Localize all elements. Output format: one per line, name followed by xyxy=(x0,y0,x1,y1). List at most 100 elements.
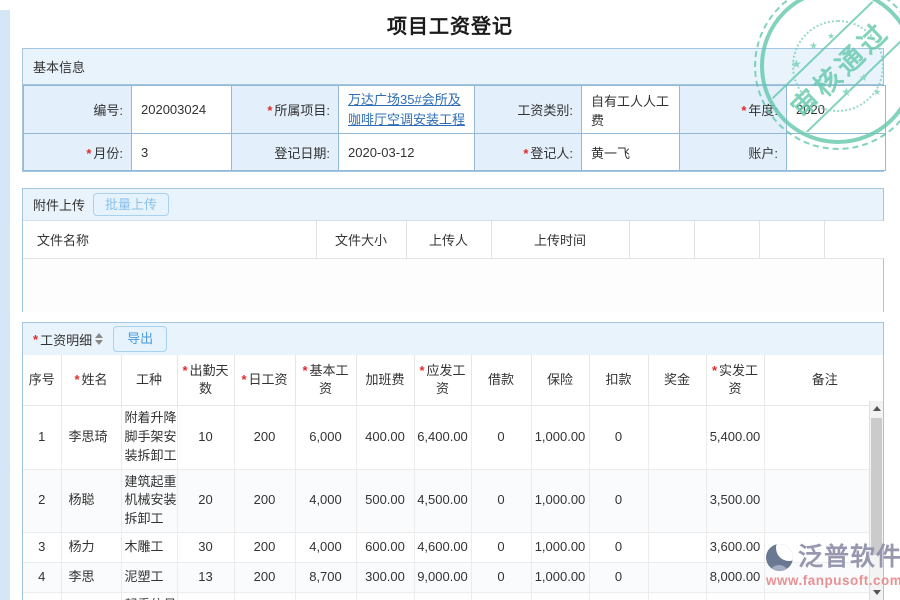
field-value-month: 3 xyxy=(132,134,232,171)
required-marker: * xyxy=(241,372,246,387)
salary-cell: 杨聪 xyxy=(61,469,121,533)
field-label-month: *月份: xyxy=(24,134,132,171)
batch-upload-button[interactable]: 批量上传 xyxy=(93,193,169,217)
salary-cell: 1,000.00 xyxy=(531,533,589,563)
scrollbar-up-arrow[interactable] xyxy=(870,401,883,416)
salary-cell: 3,390.00 xyxy=(706,593,764,600)
salary-cell: 13 xyxy=(177,563,234,593)
salary-col-header-2: 工种 xyxy=(121,355,177,406)
field-label-year: *年度: xyxy=(680,86,787,134)
salary-cell: 20 xyxy=(177,469,234,533)
attachment-table: 文件名称文件大小上传人上传时间 xyxy=(23,221,885,259)
salary-col-header-5: *基本工资 xyxy=(295,355,356,406)
salary-row-3: 3杨力木雕工302004,000600.004,600.0001,000.000… xyxy=(23,533,884,563)
salary-cell xyxy=(648,533,706,563)
required-marker: * xyxy=(86,146,91,161)
salary-cell xyxy=(648,593,706,600)
attachment-col-header-3: 上传时间 xyxy=(491,221,629,259)
required-marker: * xyxy=(523,146,528,161)
salary-cell: 200 xyxy=(234,533,295,563)
salary-cell: 木雕工 xyxy=(121,533,177,563)
required-marker: * xyxy=(267,103,272,118)
salary-col-header-13: 备注 xyxy=(764,355,884,406)
attachment-title: 附件上传 xyxy=(33,195,85,214)
salary-cell: 0 xyxy=(471,563,531,593)
basic-info-title: 基本信息 xyxy=(33,57,85,76)
field-value-year: 2020 xyxy=(787,86,886,134)
left-margin-strip xyxy=(0,10,10,600)
attachment-col-header-1: 文件大小 xyxy=(316,221,406,259)
attachment-col-empty xyxy=(759,221,824,259)
salary-col-header-1: *姓名 xyxy=(61,355,121,406)
salary-cell: 390.00 xyxy=(356,593,414,600)
salary-cell: 2 xyxy=(23,469,61,533)
scrollbar-thumb[interactable] xyxy=(871,418,882,555)
vendor-url: www.fanpusoft.com xyxy=(766,573,900,588)
field-value-registrant: 黄一飞 xyxy=(582,134,680,171)
salary-row-4: 4李思泥塑工132008,700300.009,000.0001,000.000… xyxy=(23,563,884,593)
salary-cell: 200 xyxy=(234,593,295,600)
export-button[interactable]: 导出 xyxy=(113,326,167,352)
salary-row-1: 1李思琦附着升降脚手架安装拆卸工102006,000400.006,400.00… xyxy=(23,406,884,470)
salary-cell xyxy=(764,406,884,470)
salary-col-header-4: *日工资 xyxy=(234,355,295,406)
field-label-wage-type: 工资类别: xyxy=(475,86,582,134)
page-title: 项目工资登记 xyxy=(0,10,900,39)
required-marker: * xyxy=(182,363,187,378)
salary-cell: 0 xyxy=(589,533,648,563)
attachment-col-header-0: 文件名称 xyxy=(23,221,316,259)
salary-cell xyxy=(648,469,706,533)
field-value-register-date: 2020-03-12 xyxy=(339,134,475,171)
required-marker: * xyxy=(33,332,38,347)
required-marker: * xyxy=(74,372,79,387)
salary-cell: 0 xyxy=(589,563,648,593)
salary-col-header-6: 加班费 xyxy=(356,355,414,406)
salary-cell: 600.00 xyxy=(356,533,414,563)
field-label-register-date: 登记日期: xyxy=(232,134,339,171)
salary-cell: 5 xyxy=(23,593,61,600)
field-label-account: 账户: xyxy=(680,134,787,171)
salary-cell: 赵成 xyxy=(61,593,121,600)
basic-info-section: 基本信息 编号:202003024*所属项目: 万达广场35#会所及咖啡厅空调安装… xyxy=(22,48,884,172)
salary-col-header-12: *实发工资 xyxy=(706,355,764,406)
salary-col-header-11: 奖金 xyxy=(648,355,706,406)
salary-cell: 300.00 xyxy=(356,563,414,593)
attachment-section: 附件上传 批量上传 文件名称文件大小上传人上传时间 xyxy=(22,188,884,312)
field-value-number: 202003024 xyxy=(132,86,232,134)
salary-cell: 200 xyxy=(234,563,295,593)
salary-cell: 4 xyxy=(23,563,61,593)
salary-cell: 4,500.00 xyxy=(414,469,471,533)
vendor-brand-name: 泛普软件 xyxy=(798,545,900,570)
salary-cell: 4,000 xyxy=(295,533,356,563)
salary-cell: 1,000.00 xyxy=(531,563,589,593)
salary-cell: 0 xyxy=(471,593,531,600)
salary-cell: 0 xyxy=(471,469,531,533)
sort-toggle-icon[interactable] xyxy=(93,331,105,347)
project-link[interactable]: 万达广场35#会所及咖啡厅空调安装工程 xyxy=(348,92,465,127)
salary-cell: 4,000 xyxy=(295,593,356,600)
salary-col-header-0: 序号 xyxy=(23,355,61,406)
salary-col-header-7: *应发工资 xyxy=(414,355,471,406)
salary-cell: 3,600.00 xyxy=(706,533,764,563)
attachment-col-empty xyxy=(694,221,759,259)
salary-cell: 起重信号司索工 xyxy=(121,593,177,600)
salary-cell: 0 xyxy=(589,406,648,470)
salary-col-header-10: 扣款 xyxy=(589,355,648,406)
salary-cell: 3 xyxy=(23,533,61,563)
attachment-header: 附件上传 批量上传 xyxy=(23,189,883,221)
salary-detail-title: 工资明细 xyxy=(40,330,92,349)
salary-cell: 0 xyxy=(589,469,648,533)
salary-col-header-3: *出勤天数 xyxy=(177,355,234,406)
required-marker: * xyxy=(741,103,746,118)
field-label-project: *所属项目: xyxy=(232,86,339,134)
salary-cell xyxy=(764,469,884,533)
salary-row-5: 5赵成起重信号司索工182004,000390.004,390.0001,000… xyxy=(23,593,884,600)
salary-cell xyxy=(764,593,884,600)
basic-info-header: 基本信息 xyxy=(23,49,883,85)
salary-cell: 附着升降脚手架安装拆卸工 xyxy=(121,406,177,470)
salary-col-header-8: 借款 xyxy=(471,355,531,406)
attachment-col-empty xyxy=(824,221,885,259)
salary-cell: 4,000 xyxy=(295,469,356,533)
salary-cell: 3,500.00 xyxy=(706,469,764,533)
field-label-number: 编号: xyxy=(24,86,132,134)
